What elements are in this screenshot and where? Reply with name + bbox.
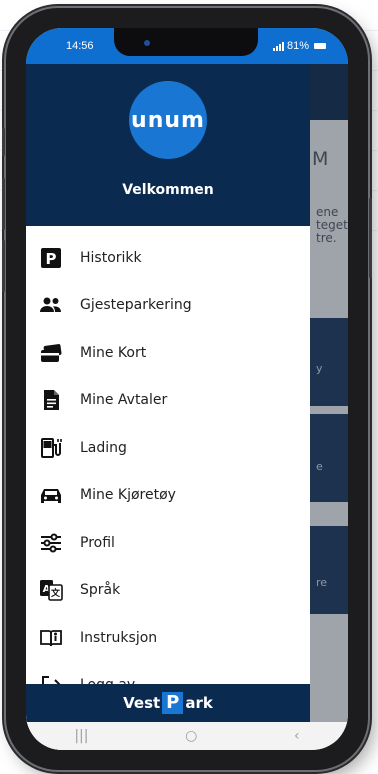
- menu-item-sprak[interactable]: A文 Språk: [26, 567, 310, 615]
- menu-item-historikk[interactable]: P Historikk: [26, 234, 310, 282]
- welcome-text: Velkommen: [122, 182, 214, 198]
- battery-percentage: 81%: [286, 40, 309, 52]
- unum-logo: unum: [129, 81, 207, 159]
- home-icon[interactable]: ○: [185, 728, 197, 744]
- vestpark-logo: Vest P ark: [26, 684, 310, 722]
- brand-prefix: Vest: [123, 694, 161, 712]
- status-indicators: 81%: [272, 40, 326, 52]
- battery-icon: [314, 43, 326, 49]
- menu-item-label: Instruksjon: [80, 629, 158, 646]
- menu-item-profil[interactable]: Profil: [26, 519, 310, 567]
- sliders-icon: [38, 530, 64, 556]
- menu-item-label: Profil: [80, 534, 115, 551]
- brand-suffix: ark: [185, 694, 213, 712]
- brand-badge: P: [162, 692, 184, 714]
- menu-item-label: Språk: [80, 582, 121, 599]
- status-bar: 14:56 81%: [26, 28, 348, 64]
- people-icon: [38, 292, 64, 318]
- menu-item-label: Mine Kjøretøy: [80, 487, 176, 504]
- menu-item-label: Historikk: [80, 249, 142, 266]
- menu-item-mine-kort[interactable]: Mine Kort: [26, 329, 310, 377]
- system-navigation-bar: ||| ○ ‹: [26, 722, 348, 750]
- book-icon: [38, 625, 64, 651]
- menu-item-lading[interactable]: Lading: [26, 424, 310, 472]
- parking-icon: P: [38, 245, 64, 271]
- mute-switch: [2, 128, 5, 156]
- document-icon: [38, 387, 64, 413]
- car-icon: [38, 482, 64, 508]
- translate-icon: A文: [38, 577, 64, 603]
- menu-item-gjesteparkering[interactable]: Gjesteparkering: [26, 282, 310, 330]
- drawer-header: unum Velkommen: [26, 64, 310, 226]
- recent-apps-icon[interactable]: |||: [74, 728, 88, 744]
- power-button: [369, 198, 372, 278]
- ev-charger-icon: [38, 435, 64, 461]
- camera-icon: [144, 40, 150, 46]
- notch: [114, 28, 258, 56]
- navigation-drawer: unum Velkommen P Historikk Gjesteparkeri…: [26, 64, 310, 750]
- volume-down-button: [2, 240, 5, 292]
- menu-item-label: Lading: [80, 439, 127, 456]
- svg-text:P: P: [46, 250, 57, 268]
- back-icon[interactable]: ‹: [294, 728, 300, 744]
- menu-item-label: Mine Kort: [80, 344, 147, 361]
- menu-item-label: Gjesteparkering: [80, 297, 192, 314]
- cards-icon: [38, 340, 64, 366]
- screen: M ene teget tre. y e re 14:56 81% unum V…: [26, 28, 348, 750]
- menu-item-mine-kjoretoy[interactable]: Mine Kjøretøy: [26, 472, 310, 520]
- status-time: 14:56: [66, 40, 94, 52]
- drawer-menu: P Historikk Gjesteparkering Mine Kort Mi…: [26, 234, 310, 709]
- phone-frame: M ene teget tre. y e re 14:56 81% unum V…: [2, 8, 372, 770]
- svg-text:文: 文: [50, 587, 61, 599]
- menu-item-instruksjon[interactable]: Instruksjon: [26, 614, 310, 662]
- menu-item-mine-avtaler[interactable]: Mine Avtaler: [26, 377, 310, 425]
- menu-item-label: Mine Avtaler: [80, 392, 168, 409]
- volume-up-button: [2, 178, 5, 230]
- signal-icon: [272, 41, 284, 51]
